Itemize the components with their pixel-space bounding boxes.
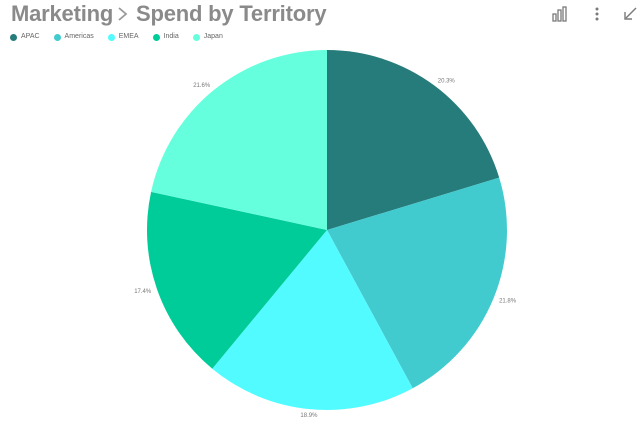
slice-label-emea: 18.9% bbox=[300, 413, 318, 419]
legend-item-americas[interactable]: Americas bbox=[53, 32, 94, 42]
legend-label: Americas bbox=[64, 33, 94, 40]
legend-item-apac[interactable]: APAC bbox=[10, 32, 40, 42]
breadcrumb-root[interactable]: Marketing bbox=[11, 0, 113, 28]
legend-label: India bbox=[163, 33, 179, 40]
legend-item-emea[interactable]: EMEA bbox=[107, 32, 139, 42]
bar-chart-icon[interactable] bbox=[549, 4, 569, 24]
slice-label-americas: 21.8% bbox=[499, 299, 517, 305]
more-vertical-icon[interactable] bbox=[587, 4, 607, 24]
legend-swatch bbox=[10, 33, 17, 41]
collapse-icon[interactable] bbox=[620, 4, 640, 24]
legend-label: EMEA bbox=[118, 33, 139, 40]
slice-label-japan: 21.6% bbox=[193, 83, 211, 89]
chart-header: Marketing Spend by Territory bbox=[0, 0, 640, 28]
slice-label-india: 17.4% bbox=[134, 289, 152, 295]
legend-swatch bbox=[107, 33, 115, 41]
page-title: Spend by Territory bbox=[136, 1, 327, 26]
legend-item-india[interactable]: India bbox=[152, 32, 179, 42]
chart-legend: APAC Americas EMEA India Japan bbox=[10, 30, 237, 44]
slice-label-apac: 20.3% bbox=[438, 79, 456, 85]
legend-swatch bbox=[152, 33, 160, 41]
chevron-right-icon bbox=[116, 3, 130, 25]
legend-label: APAC bbox=[21, 33, 40, 40]
legend-swatch bbox=[53, 33, 61, 41]
legend-label: Japan bbox=[203, 33, 223, 40]
pie-chart: 20.3% 21.8% 18.9% 17.4% 21.6% bbox=[134, 50, 517, 419]
legend-item-japan[interactable]: Japan bbox=[192, 32, 223, 42]
legend-swatch bbox=[192, 33, 200, 41]
